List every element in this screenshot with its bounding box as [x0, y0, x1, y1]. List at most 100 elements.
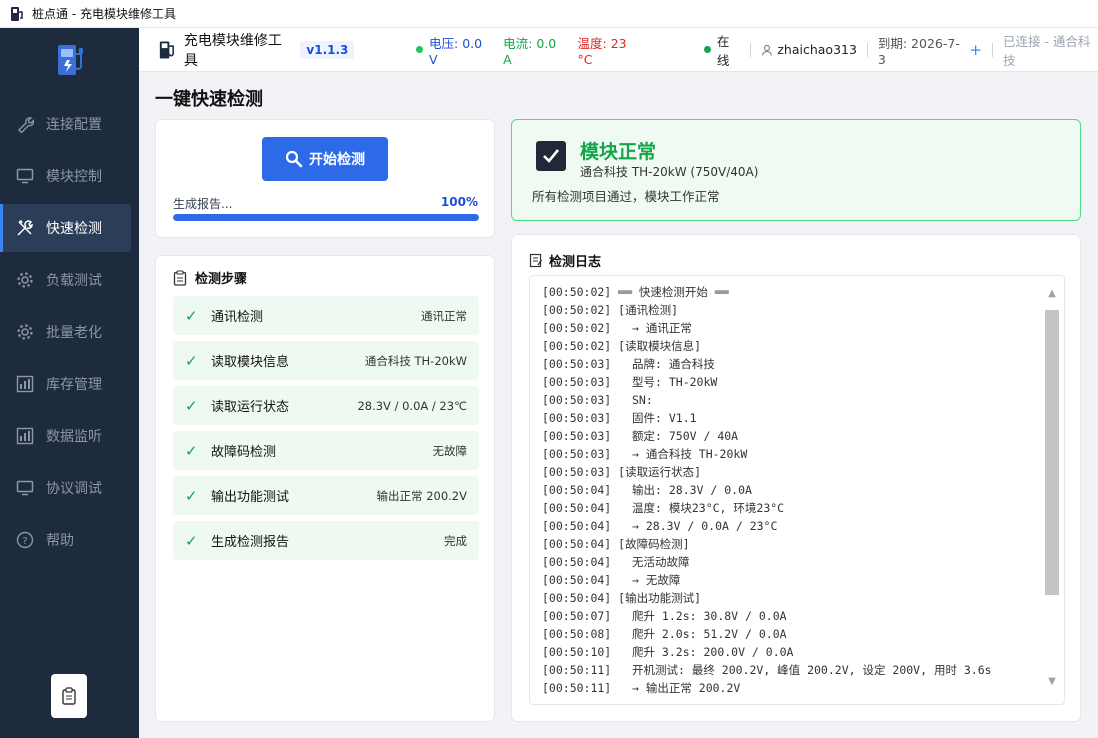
user-info[interactable]: zhaichao313: [761, 42, 857, 57]
check-icon: ✓: [185, 396, 198, 415]
sidebar-item-6[interactable]: 数据监听: [0, 412, 139, 460]
sidebar-item-5[interactable]: 库存管理: [0, 360, 139, 408]
sidebar-item-4[interactable]: 批量老化: [0, 308, 139, 356]
step-name: 读取运行状态: [211, 400, 290, 415]
step-name: 故障码检测: [211, 445, 277, 460]
log-line: [00:50:11] → 输出正常 200.2V: [542, 681, 741, 695]
scroll-up-icon[interactable]: ▲: [1045, 288, 1059, 302]
monitor-icon: [14, 165, 36, 187]
log-line: [00:50:03] 型号: TH-20kW: [542, 375, 718, 389]
step-item: ✓ 生成检测报告 完成: [173, 521, 479, 560]
log-scrollbar[interactable]: ▲ ▼: [1043, 282, 1061, 696]
log-line: [00:50:03] SN:: [542, 393, 653, 407]
svg-text:?: ?: [22, 536, 27, 547]
online-text: 在线: [716, 33, 730, 68]
bar-chart-icon: [14, 373, 36, 395]
check-icon: ✓: [185, 441, 198, 460]
log-line: [00:50:04] 输出: 28.3V / 0.0A: [542, 483, 752, 497]
check-icon: ✓: [185, 306, 198, 325]
log-line: [00:50:10] 爬升 3.2s: 200.0V / 0.0A: [542, 645, 794, 659]
start-check-button[interactable]: 开始检测: [262, 137, 388, 181]
sidebar: 连接配置模块控制 快速检测 负载测试 批量老化库存管理数据监听协议调试? 帮助: [0, 28, 139, 738]
sidebar-item-3[interactable]: 负载测试: [0, 256, 139, 304]
log-line: [00:50:04] [输出功能测试]: [542, 591, 702, 605]
log-line: [00:50:04] 无活动故障: [542, 555, 690, 569]
step-name: 读取模块信息: [211, 355, 290, 370]
step-result: 通合科技 TH-20kW: [364, 353, 467, 368]
log-line: [00:50:07] 爬升 1.2s: 30.8V / 0.0A: [542, 609, 787, 623]
renew-plus-button[interactable]: +: [969, 41, 982, 59]
clipboard-button[interactable]: [51, 674, 87, 718]
steps-card: 检测步骤 ✓ 通讯检测 通讯正常 ✓ 读取模块信息 通合科技 TH-20kW ✓ 读取运行状态…: [155, 255, 495, 722]
online-dot: [704, 46, 711, 53]
sidebar-item-label: 数据监听: [46, 429, 102, 445]
step-name: 生成检测报告: [211, 535, 290, 550]
log-line: [00:50:02] [读取模块信息]: [542, 339, 702, 353]
user-icon: [762, 44, 773, 56]
search-icon: [285, 150, 303, 168]
step-name: 输出功能测试: [211, 490, 290, 505]
result-card: 模块正常 通合科技 TH-20kW (750V/40A) 所有检测项目通过，模块…: [511, 119, 1081, 221]
sidebar-item-8[interactable]: ? 帮助: [0, 516, 139, 564]
step-item: ✓ 输出功能测试 输出正常 200.2V: [173, 476, 479, 515]
log-line: [00:50:03] 品牌: 通合科技: [542, 357, 715, 371]
step-item: ✓ 读取模块信息 通合科技 TH-20kW: [173, 341, 479, 380]
step-item: ✓ 故障码检测 无故障: [173, 431, 479, 470]
sidebar-nav: 连接配置模块控制 快速检测 负载测试 批量老化库存管理数据监听协议调试? 帮助: [0, 100, 139, 568]
divider: [991, 42, 993, 57]
log-line: [00:50:04] 温度: 模块23°C, 环境23°C: [542, 501, 785, 515]
log-textbox[interactable]: [00:50:02] ══ 快速检测开始 ══ [00:50:02] [通讯检测]…: [529, 275, 1065, 705]
app-title: 充电模块维修工具: [183, 32, 282, 69]
clipboard-icon: [173, 269, 187, 286]
log-line: [00:50:03] [读取运行状态]: [542, 465, 702, 479]
username: zhaichao313: [777, 42, 857, 57]
result-model: 通合科技 TH-20kW (750V/40A): [580, 165, 759, 179]
progress-bar: [173, 214, 479, 221]
steps-header: 检测步骤: [173, 268, 247, 287]
progress-fill: [173, 214, 479, 221]
sidebar-item-7[interactable]: 协议调试: [0, 464, 139, 512]
current-readout: 电流: 0.0 A: [503, 35, 557, 67]
scroll-down-icon[interactable]: ▼: [1045, 676, 1059, 690]
sidebar-item-0[interactable]: 连接配置: [0, 100, 139, 148]
checkmark-icon: [536, 141, 566, 171]
sidebar-item-label: 帮助: [46, 533, 74, 549]
divider: [750, 42, 752, 57]
sidebar-item-1[interactable]: 模块控制: [0, 152, 139, 200]
check-icon: ✓: [185, 351, 198, 370]
connection-status: 已连接 - 通合科技: [1002, 33, 1091, 68]
gear-icon: [14, 269, 36, 291]
document-edit-icon: [529, 253, 543, 268]
start-check-label: 开始检测: [309, 152, 365, 168]
bar-chart-icon: [14, 425, 36, 447]
step-result: 28.3V / 0.0A / 23℃: [357, 398, 467, 413]
log-card: 检测日志 [00:50:02] ══ 快速检测开始 ══ [00:50:02] […: [511, 234, 1081, 722]
clipboard-icon: [62, 687, 76, 705]
status-dot: [416, 46, 424, 53]
sidebar-item-label: 连接配置: [46, 117, 102, 133]
log-title: 检测日志: [549, 255, 602, 270]
step-result: 输出正常 200.2V: [376, 488, 467, 503]
window-titlebar: 桩点通 - 充电模块维修工具: [0, 0, 1098, 28]
sidebar-item-2[interactable]: 快速检测: [0, 204, 131, 252]
voltage-text: 电压: 0.0 V: [429, 35, 483, 67]
steps-title: 检测步骤: [195, 272, 248, 287]
divider: [866, 42, 868, 57]
main-content: 一键快速检测 开始检测 生成报告... 100% 检测步骤 ✓ 通讯检测 通讯正常 ✓…: [139, 72, 1098, 738]
check-icon: ✓: [185, 531, 198, 550]
sidebar-item-label: 库存管理: [46, 377, 102, 393]
top-header: 充电模块维修工具 v1.1.3 电压: 0.0 V 电流: 0.0 A 温度: …: [139, 28, 1098, 72]
charger-icon: [159, 40, 174, 59]
log-line: [00:50:03] → 通合科技 TH-20kW: [542, 447, 748, 461]
step-result: 通讯正常: [421, 308, 467, 323]
log-line: [00:50:03] 固件: V1.1: [542, 411, 697, 425]
log-line: [00:50:02] → 通讯正常: [542, 321, 692, 335]
expire-date: 到期: 2026-7-3: [877, 35, 960, 67]
progress-percent: 100%: [440, 195, 478, 209]
log-line: [00:50:04] → 28.3V / 0.0A / 23°C: [542, 519, 778, 533]
log-line: [00:50:04] [故障码检测]: [542, 537, 690, 551]
help-icon: ?: [14, 529, 36, 551]
online-status: 在线: [704, 31, 740, 69]
scroll-thumb[interactable]: [1045, 310, 1059, 595]
log-lines: [00:50:02] ══ 快速检测开始 ══ [00:50:02] [通讯检测]…: [542, 283, 1042, 697]
